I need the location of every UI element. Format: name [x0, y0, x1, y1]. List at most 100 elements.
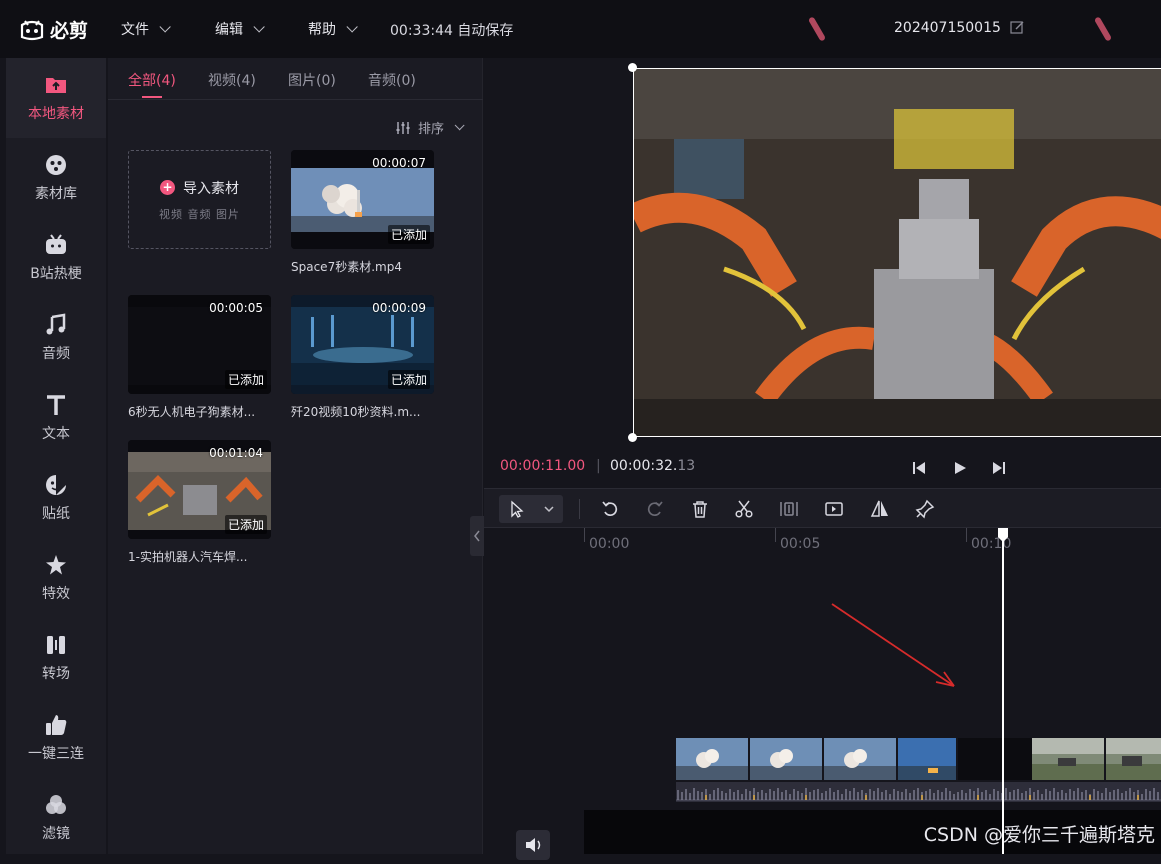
media-clip-thumbnail[interactable]: 00:01:04 已添加: [128, 440, 271, 539]
bilibili-tv-icon: [46, 234, 66, 254]
current-time-main: 00:00:11.: [500, 458, 568, 474]
menu-edit-label: 编辑: [215, 22, 243, 38]
timeline-area: 00:00 00:05 00:10 CSDN @爱你三千遍斯塔克: [484, 528, 1161, 860]
sort-label: 排序: [418, 122, 445, 137]
audio-waveform: [676, 782, 1161, 802]
resize-handle[interactable]: [628, 63, 637, 72]
clip-added-badge: 已添加: [387, 370, 430, 389]
thumbs-up-icon: [46, 715, 67, 735]
track-frame: [898, 738, 956, 780]
clip-name: 歼20视频10秒资料.m...: [291, 405, 421, 419]
media-panel: 全部(4) 视频(4) 图片(0) 音频(0) 排序 + 导入素材 视频 音频 …: [108, 58, 483, 854]
sidebar-item-audio[interactable]: 音频: [6, 298, 106, 378]
skip-back-icon[interactable]: [912, 461, 926, 475]
text-t-icon: [47, 395, 65, 415]
select-tool-dropdown[interactable]: [499, 495, 563, 523]
tab-video[interactable]: 视频(4): [208, 70, 256, 90]
sidebar-item-label: 贴纸: [42, 506, 70, 522]
sidebar-item-label: 音频: [42, 346, 70, 362]
tab-all[interactable]: 全部(4): [128, 70, 176, 90]
plus-icon: +: [160, 180, 175, 195]
redo-icon[interactable]: [645, 499, 665, 519]
clip-duration: 00:00:09: [372, 301, 426, 315]
resize-handle[interactable]: [628, 433, 637, 442]
filter-circles-icon: [46, 795, 66, 814]
current-time: 00:00:11.00: [500, 458, 585, 474]
clip-duration: 00:00:05: [209, 301, 263, 315]
mute-button[interactable]: [516, 830, 550, 860]
menu-file[interactable]: 文件: [121, 19, 171, 39]
import-media-button[interactable]: + 导入素材 视频 音频 图片: [128, 150, 271, 249]
import-title: + 导入素材: [160, 178, 239, 198]
sidebar-item-library[interactable]: 素材库: [6, 138, 106, 218]
sidebar-item-transition[interactable]: 转场: [6, 618, 106, 698]
media-tabs: 全部(4) 视频(4) 图片(0) 音频(0): [108, 58, 483, 100]
delete-trash-icon[interactable]: [690, 499, 710, 519]
playhead-line[interactable]: [1002, 528, 1004, 854]
total-time: 00:00:32.13: [610, 458, 695, 474]
chevron-left-icon: [474, 530, 480, 542]
media-clip-thumbnail[interactable]: 00:00:07 已添加: [291, 150, 434, 249]
menu-help[interactable]: 帮助: [308, 19, 358, 39]
autosave-status: 00:33:44 自动保存: [390, 23, 514, 39]
clip-duration: 00:00:07: [372, 156, 426, 170]
menu-edit[interactable]: 编辑: [215, 19, 265, 39]
clip-added-badge: 已添加: [224, 370, 267, 389]
panel-collapse-handle[interactable]: [470, 516, 484, 556]
tab-image[interactable]: 图片(0): [288, 70, 336, 90]
total-time-frac: 13: [677, 458, 696, 474]
bijian-logo-icon: [20, 19, 44, 40]
sidebar: 本地素材 素材库 B站热梗 音频 文本 贴纸 特效 转场 一键三连 滤镜: [6, 58, 106, 854]
media-clip-thumbnail[interactable]: 00:00:05 已添加: [128, 295, 271, 394]
media-clip-thumbnail[interactable]: 00:00:09 已添加: [291, 295, 434, 394]
video-preview[interactable]: [633, 68, 1161, 437]
sidebar-item-label: 特效: [42, 586, 70, 602]
tab-audio[interactable]: 音频(0): [368, 70, 416, 90]
import-label: 导入素材: [183, 180, 239, 197]
current-time-frac: 00: [567, 458, 586, 474]
sidebar-item-effects[interactable]: 特效: [6, 538, 106, 618]
decor-slash-right: [1093, 16, 1113, 42]
clip-added-badge: 已添加: [224, 515, 267, 534]
scissors-split-icon[interactable]: [734, 499, 754, 519]
sort-dropdown[interactable]: 排序: [396, 118, 465, 137]
edit-icon[interactable]: [1010, 20, 1025, 35]
sidebar-item-local-media[interactable]: 本地素材: [6, 58, 106, 138]
sidebar-item-label: B站热梗: [30, 266, 82, 282]
sidebar-item-label: 滤镜: [42, 826, 70, 842]
watermark-text: CSDN @爱你三千遍斯塔克: [923, 824, 1155, 846]
pin-icon[interactable]: [915, 499, 935, 519]
sidebar-item-label: 文本: [42, 426, 70, 442]
media-library-icon: [46, 155, 66, 175]
cursor-arrow-icon: [511, 500, 554, 518]
time-separator: |: [596, 458, 601, 474]
top-bar: 必剪 文件 编辑 帮助 00:33:44 自动保存 202407150015: [0, 0, 1161, 58]
menu-help-label: 帮助: [308, 22, 336, 38]
skip-forward-icon[interactable]: [992, 461, 1006, 475]
sidebar-item-bilibili[interactable]: B站热梗: [6, 218, 106, 298]
ruler-tick: [966, 528, 967, 542]
reverse-clip-icon[interactable]: [824, 499, 844, 519]
ruler-label: 00:05: [780, 536, 821, 552]
trim-icon[interactable]: [779, 499, 799, 519]
chevron-down-icon: [346, 21, 358, 33]
video-track-clip[interactable]: [676, 728, 1161, 803]
app-name: 必剪: [50, 20, 89, 42]
sidebar-item-filter[interactable]: 滤镜: [6, 778, 106, 858]
import-subtitle: 视频 音频 图片: [159, 207, 240, 221]
sidebar-item-sticker[interactable]: 贴纸: [6, 458, 106, 538]
sidebar-item-text[interactable]: 文本: [6, 378, 106, 458]
clip-name: 1-实拍机器人汽车焊...: [128, 550, 248, 564]
play-icon[interactable]: [953, 461, 967, 475]
track-frame: [958, 738, 1032, 780]
mirror-flip-icon[interactable]: [870, 499, 890, 519]
toolbar-divider: [579, 499, 580, 519]
edit-toolbar: [484, 488, 1161, 528]
red-arrow-annotation: [831, 603, 955, 687]
total-time-main: 00:00:32.: [610, 458, 678, 474]
sidebar-item-triple[interactable]: 一键三连: [6, 698, 106, 778]
factory-robot-frame: [634, 69, 1161, 436]
undo-icon[interactable]: [600, 499, 620, 519]
track-frame: [676, 738, 748, 780]
menu-file-label: 文件: [121, 22, 149, 38]
